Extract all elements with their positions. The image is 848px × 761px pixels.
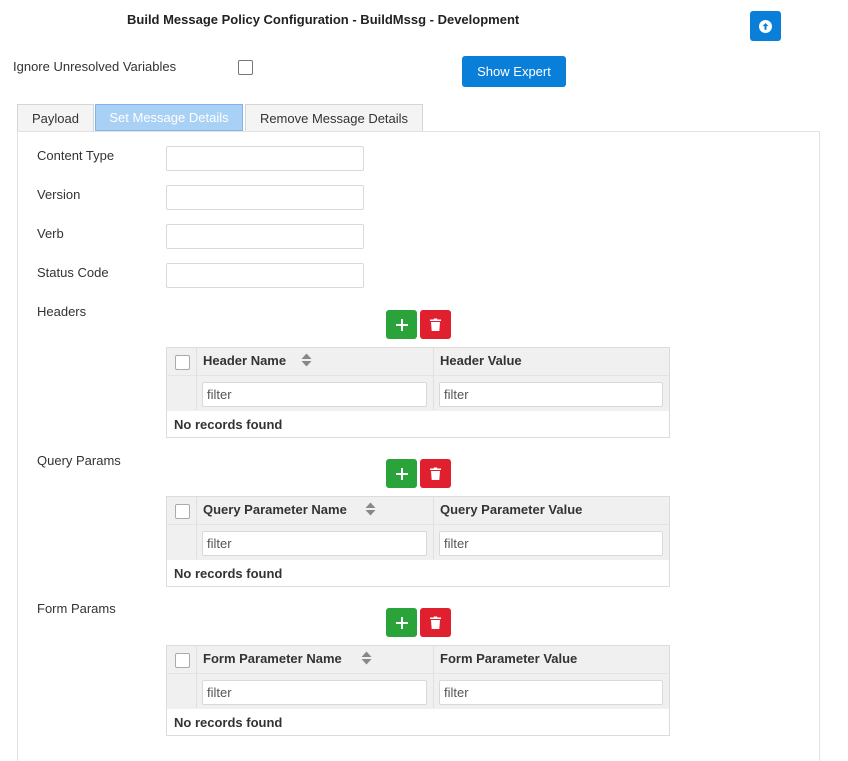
empty-message: No records found bbox=[174, 566, 283, 581]
tab-payload[interactable]: Payload bbox=[17, 104, 94, 131]
form-param-value-filter[interactable] bbox=[439, 680, 663, 705]
form-params-label: Form Params bbox=[37, 601, 116, 616]
empty-message: No records found bbox=[174, 417, 283, 432]
query-param-value-filter[interactable] bbox=[439, 531, 663, 556]
select-all-checkbox[interactable] bbox=[175, 355, 190, 370]
tab-set-message-details[interactable]: Set Message Details bbox=[95, 104, 243, 131]
content-type-input[interactable] bbox=[166, 146, 364, 171]
query-params-table: Query Parameter Name Query Parameter Val… bbox=[166, 496, 670, 587]
plus-icon bbox=[395, 616, 408, 629]
form-param-name-filter[interactable] bbox=[202, 680, 427, 705]
header-name-filter[interactable] bbox=[202, 382, 427, 407]
content-type-label: Content Type bbox=[37, 148, 115, 163]
select-cell bbox=[167, 497, 197, 559]
version-label: Version bbox=[37, 187, 81, 202]
trash-icon bbox=[430, 616, 441, 629]
plus-icon bbox=[395, 467, 408, 480]
form-param-name-column[interactable]: Form Parameter Name bbox=[203, 651, 342, 666]
header-name-column[interactable]: Header Name bbox=[203, 353, 286, 368]
select-cell bbox=[167, 348, 197, 410]
ignore-unresolved-label: Ignore Unresolved Variables bbox=[13, 59, 177, 74]
status-code-label: Status Code bbox=[37, 265, 109, 280]
status-code-input[interactable] bbox=[166, 263, 364, 288]
select-cell bbox=[167, 646, 197, 708]
arrow-up-circle-icon bbox=[759, 19, 772, 33]
query-param-value-column: Query Parameter Value bbox=[440, 502, 583, 517]
sort-icon[interactable] bbox=[301, 353, 312, 367]
empty-message: No records found bbox=[174, 715, 283, 730]
verb-input[interactable] bbox=[166, 224, 364, 249]
form-param-value-column: Form Parameter Value bbox=[440, 651, 578, 666]
column-divider bbox=[433, 497, 434, 559]
sort-icon[interactable] bbox=[361, 651, 372, 665]
page-title: Build Message Policy Configuration - Bui… bbox=[127, 12, 520, 27]
verb-label: Verb bbox=[37, 226, 64, 241]
plus-icon bbox=[395, 318, 408, 331]
headers-table: Header Name Header Value No records foun… bbox=[166, 347, 670, 438]
show-expert-button[interactable]: Show Expert bbox=[462, 56, 566, 87]
select-all-checkbox[interactable] bbox=[175, 653, 190, 668]
trash-icon bbox=[430, 318, 441, 331]
ignore-unresolved-checkbox[interactable] bbox=[238, 60, 253, 75]
headers-label: Headers bbox=[37, 304, 87, 319]
sort-icon[interactable] bbox=[365, 502, 376, 516]
column-divider bbox=[433, 646, 434, 708]
add-header-button[interactable] bbox=[386, 310, 417, 339]
tab-remove-message-details[interactable]: Remove Message Details bbox=[245, 104, 423, 131]
add-form-param-button[interactable] bbox=[386, 608, 417, 637]
query-param-name-column[interactable]: Query Parameter Name bbox=[203, 502, 347, 517]
column-divider bbox=[433, 348, 434, 410]
query-params-label: Query Params bbox=[37, 453, 121, 468]
form-params-table: Form Parameter Name Form Parameter Value… bbox=[166, 645, 670, 736]
delete-header-button[interactable] bbox=[420, 310, 451, 339]
header-value-filter[interactable] bbox=[439, 382, 663, 407]
trash-icon bbox=[430, 467, 441, 480]
query-param-name-filter[interactable] bbox=[202, 531, 427, 556]
delete-query-param-button[interactable] bbox=[420, 459, 451, 488]
select-all-checkbox[interactable] bbox=[175, 504, 190, 519]
add-query-param-button[interactable] bbox=[386, 459, 417, 488]
header-value-column: Header Value bbox=[440, 353, 522, 368]
delete-form-param-button[interactable] bbox=[420, 608, 451, 637]
scroll-top-button[interactable] bbox=[750, 11, 781, 41]
version-input[interactable] bbox=[166, 185, 364, 210]
